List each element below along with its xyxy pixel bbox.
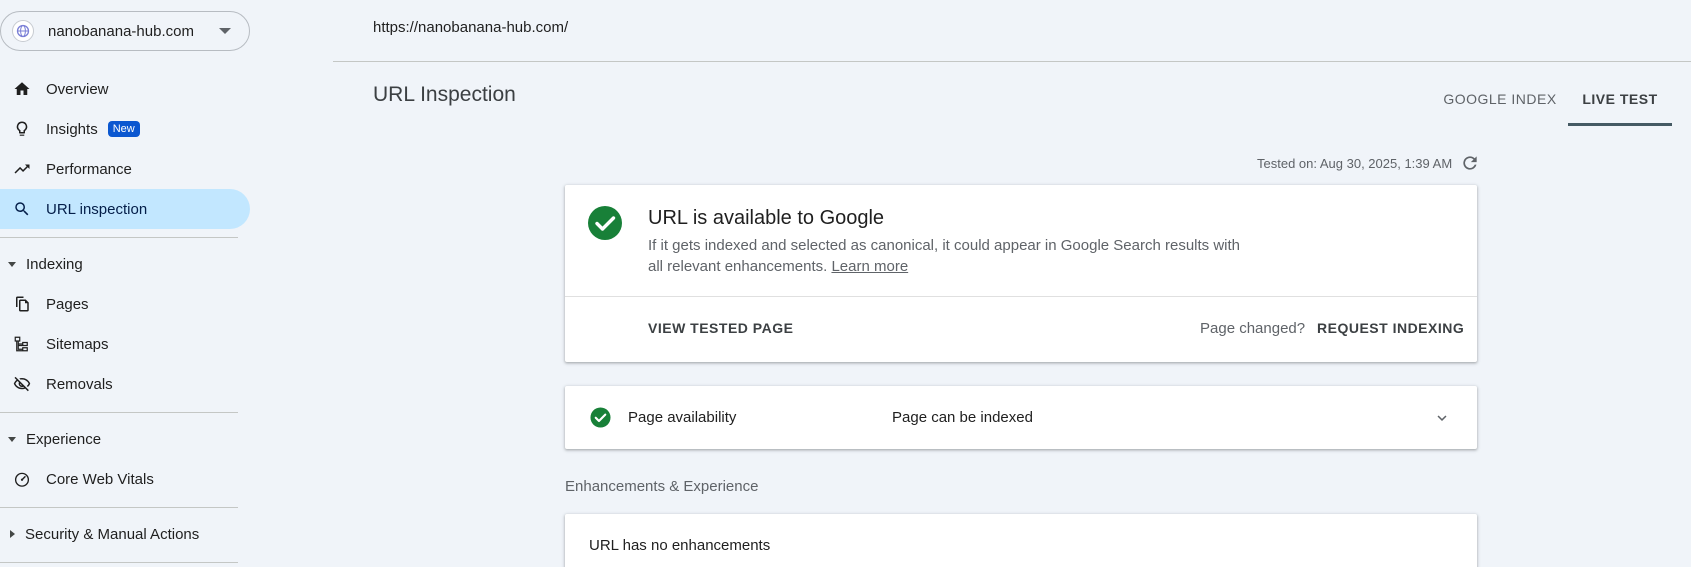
- caret-right-icon: [10, 530, 15, 538]
- sidebar-item-label: Pages: [46, 295, 89, 313]
- sidebar-item-label: Insights: [46, 120, 98, 138]
- sidebar-item-overview[interactable]: Overview: [0, 69, 250, 109]
- sidebar-item-label: Sitemaps: [46, 335, 109, 353]
- sidebar-item-label: Overview: [46, 80, 109, 98]
- tab-label: LIVE TEST: [1582, 91, 1658, 107]
- sidebar-item-url-inspection[interactable]: URL inspection: [0, 189, 250, 229]
- request-indexing-button[interactable]: REQUEST INDEXING: [1317, 320, 1464, 336]
- sidebar-divider: [0, 507, 238, 508]
- page-changed-label: Page changed?: [1200, 320, 1306, 337]
- section-label: Security & Manual Actions: [25, 525, 200, 543]
- sidebar-item-removals[interactable]: Removals: [0, 364, 250, 404]
- caret-down-icon: [8, 261, 16, 267]
- sidebar-divider: [0, 412, 238, 413]
- status-description: If it gets indexed and selected as canon…: [648, 235, 1248, 277]
- enhancements-card: URL has no enhancements: [565, 514, 1477, 567]
- eye-off-icon: [12, 374, 32, 394]
- header-divider: [333, 61, 1691, 62]
- sidebar-divider: [0, 562, 238, 563]
- status-title: URL is available to Google: [648, 207, 885, 229]
- property-selector[interactable]: nanobanana-hub.com: [0, 11, 250, 51]
- globe-icon: [12, 20, 34, 42]
- sidebar-item-label: Removals: [46, 375, 113, 393]
- enhancements-text: URL has no enhancements: [589, 537, 771, 554]
- tab-live-test[interactable]: LIVE TEST: [1568, 72, 1672, 126]
- section-toggle-security[interactable]: Security & Manual Actions: [0, 518, 240, 550]
- status-description-text: If it gets indexed and selected as canon…: [648, 237, 1241, 275]
- new-badge: New: [107, 121, 140, 137]
- availability-value: Page can be indexed: [892, 409, 1033, 426]
- sidebar-item-performance[interactable]: Performance: [0, 149, 250, 189]
- chevron-down-icon[interactable]: [1433, 409, 1451, 427]
- learn-more-link[interactable]: Learn more: [831, 258, 908, 275]
- tested-on-text: Tested on: Aug 30, 2025, 1:39 AM: [1257, 155, 1453, 171]
- check-circle-icon: [590, 407, 611, 428]
- section-toggle-experience[interactable]: Experience: [0, 423, 240, 455]
- sidebar-item-label: Performance: [46, 160, 132, 178]
- caret-down-icon: [8, 436, 16, 442]
- tab-active-indicator: [1568, 123, 1672, 126]
- lightbulb-icon: [12, 119, 32, 139]
- copy-pages-icon: [12, 294, 32, 314]
- sidebar-divider: [0, 237, 238, 238]
- view-tested-page-button[interactable]: VIEW TESTED PAGE: [648, 320, 793, 336]
- status-card: URL is available to Google If it gets in…: [565, 185, 1477, 362]
- speedometer-icon: [12, 469, 32, 489]
- enhancements-heading: Enhancements & Experience: [565, 478, 759, 495]
- tab-google-index[interactable]: GOOGLE INDEX: [1432, 72, 1568, 126]
- tab-label: GOOGLE INDEX: [1443, 91, 1557, 107]
- sidebar-item-core-web-vitals[interactable]: Core Web Vitals: [0, 459, 250, 499]
- sitemap-icon: [12, 334, 32, 354]
- check-circle-icon: [588, 206, 622, 240]
- section-toggle-indexing[interactable]: Indexing: [0, 248, 240, 280]
- trending-up-icon: [12, 159, 32, 179]
- sidebar: nanobanana-hub.com Overview Insights New…: [0, 0, 252, 567]
- sidebar-item-insights[interactable]: Insights New: [0, 109, 250, 149]
- page-title: URL Inspection: [373, 83, 516, 106]
- chevron-down-icon: [219, 28, 231, 34]
- tested-on-timestamp: Tested on: Aug 30, 2025, 1:39 AM: [1257, 153, 1480, 173]
- home-icon: [12, 79, 32, 99]
- section-label: Experience: [26, 430, 102, 448]
- page-availability-row[interactable]: Page availability Page can be indexed: [565, 386, 1477, 449]
- search-icon: [12, 199, 32, 219]
- section-label: Indexing: [26, 255, 83, 273]
- refresh-icon[interactable]: [1460, 153, 1480, 173]
- sidebar-item-sitemaps[interactable]: Sitemaps: [0, 324, 250, 364]
- property-name: nanobanana-hub.com: [48, 22, 194, 40]
- sidebar-item-pages[interactable]: Pages: [0, 284, 250, 324]
- sidebar-item-label: Core Web Vitals: [46, 470, 154, 488]
- sidebar-item-label: URL inspection: [46, 200, 148, 218]
- availability-label: Page availability: [628, 409, 737, 426]
- card-divider: [565, 296, 1477, 297]
- inspected-url[interactable]: https://nanobanana-hub.com/: [373, 19, 568, 36]
